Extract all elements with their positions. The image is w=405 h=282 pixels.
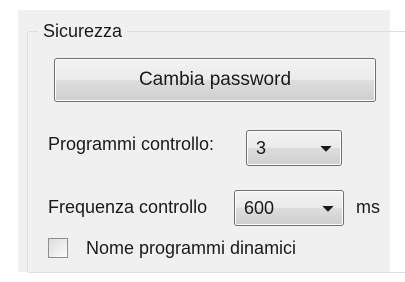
dynamic-program-names-label: Nome programmi dinamici: [86, 238, 297, 258]
chevron-down-icon: [322, 205, 334, 212]
control-programs-dropdown[interactable]: 3: [246, 130, 342, 166]
group-title: Sicurezza: [38, 20, 128, 42]
control-programs-label: Programmi controllo:: [48, 134, 215, 154]
change-password-button[interactable]: Cambia password: [54, 58, 376, 102]
frequency-unit-label: ms: [356, 197, 380, 217]
control-frequency-value: 600: [244, 198, 275, 218]
dynamic-program-names-checkbox[interactable]: [48, 238, 68, 258]
control-programs-value: 3: [256, 138, 267, 158]
chevron-down-icon: [320, 145, 332, 152]
control-frequency-label: Frequenza controllo: [48, 197, 208, 217]
control-frequency-dropdown[interactable]: 600: [234, 190, 344, 226]
